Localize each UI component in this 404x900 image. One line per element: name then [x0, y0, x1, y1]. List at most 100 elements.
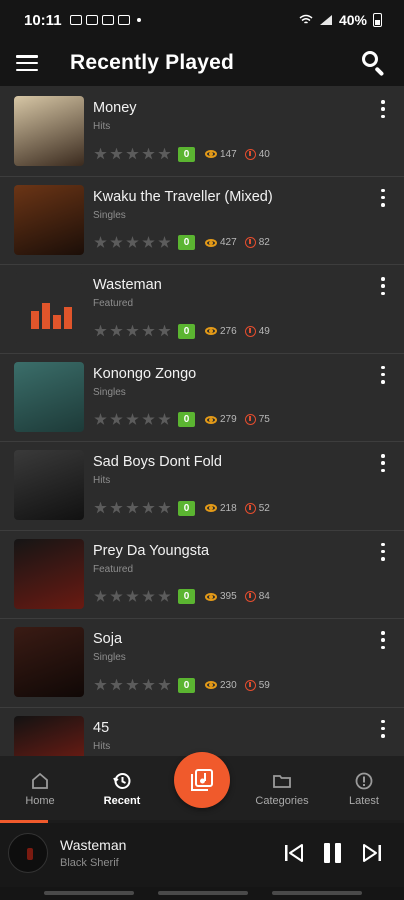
star-icon[interactable]	[94, 501, 107, 514]
star-icon[interactable]	[110, 147, 123, 160]
more-options-icon[interactable]	[378, 719, 388, 738]
views-icon	[205, 504, 217, 512]
downloads-icon	[244, 679, 256, 691]
status-bar: 10:11 40%	[0, 0, 404, 40]
track-row[interactable]: Sad Boys Dont Fold Hits 0 218 52	[0, 442, 404, 531]
views-count: 218	[220, 502, 237, 514]
gesture-recents[interactable]	[44, 891, 134, 895]
player-track-title: Wasteman	[60, 837, 127, 853]
nav-home-label: Home	[25, 795, 55, 807]
search-icon[interactable]	[360, 49, 388, 77]
star-icon[interactable]	[158, 590, 171, 602]
views-icon	[205, 150, 217, 158]
more-options-icon[interactable]	[378, 365, 388, 384]
track-row[interactable]: 45 Hits 0	[0, 708, 404, 756]
nav-latest-label: Latest	[349, 795, 379, 807]
rating-stars[interactable]	[94, 678, 171, 692]
star-icon[interactable]	[142, 236, 155, 248]
more-options-icon[interactable]	[378, 100, 388, 118]
star-icon[interactable]	[158, 678, 171, 691]
star-icon[interactable]	[94, 413, 107, 425]
star-icon[interactable]	[158, 501, 171, 514]
star-icon[interactable]	[110, 590, 123, 602]
system-icons: 40%	[299, 12, 382, 28]
downloads-count: 52	[258, 502, 270, 514]
menu-icon[interactable]	[16, 55, 38, 71]
star-icon[interactable]	[158, 324, 171, 337]
star-icon[interactable]	[158, 236, 171, 248]
rating-stars[interactable]	[94, 590, 171, 603]
track-row[interactable]: Soja Singles 0 230 59	[0, 619, 404, 708]
track-row[interactable]: Wasteman Featured 0 276 49	[0, 265, 404, 354]
skip-previous-icon[interactable]	[282, 841, 306, 865]
track-category: Singles	[93, 209, 126, 221]
track-row[interactable]: Kwaku the Traveller (Mixed) Singles 0 42…	[0, 177, 404, 265]
more-options-icon[interactable]	[378, 542, 388, 561]
star-icon[interactable]	[110, 413, 123, 425]
track-row[interactable]: Prey Da Youngsta Featured 0 395 84	[0, 531, 404, 619]
views-icon	[205, 327, 217, 335]
gesture-back[interactable]	[272, 891, 362, 895]
star-icon[interactable]	[110, 501, 123, 514]
track-row[interactable]: Konongo Zongo Singles 0 279 75	[0, 354, 404, 442]
star-icon[interactable]	[126, 501, 139, 514]
rating-stars[interactable]	[94, 413, 171, 426]
rating-stars[interactable]	[94, 147, 171, 161]
track-list[interactable]: Money Hits 0 147 40 Kwaku the Traveller …	[0, 88, 404, 756]
star-icon[interactable]	[110, 236, 123, 248]
mini-player[interactable]: Wasteman Black Sherif	[0, 823, 404, 887]
track-meta: 0 230 59	[94, 677, 270, 693]
star-icon[interactable]	[142, 501, 155, 514]
star-icon[interactable]	[110, 678, 123, 691]
star-icon[interactable]	[126, 413, 139, 425]
star-icon[interactable]	[94, 147, 107, 160]
nav-categories[interactable]: Categories	[242, 756, 322, 820]
star-icon[interactable]	[110, 324, 123, 337]
skip-next-icon[interactable]	[360, 841, 384, 865]
star-icon[interactable]	[126, 678, 139, 691]
star-icon[interactable]	[142, 590, 155, 602]
more-options-icon[interactable]	[378, 277, 388, 295]
star-icon[interactable]	[158, 147, 171, 160]
rating-stars[interactable]	[94, 501, 171, 515]
folder-icon	[273, 772, 291, 790]
nav-latest[interactable]: Latest	[324, 756, 404, 820]
downloads-icon	[244, 148, 256, 160]
more-options-icon[interactable]	[378, 631, 388, 649]
gesture-home[interactable]	[158, 891, 248, 895]
track-row[interactable]: Money Hits 0 147 40	[0, 88, 404, 177]
star-icon[interactable]	[158, 413, 171, 425]
track-meta: 0 147 40	[94, 146, 270, 162]
pause-icon[interactable]	[321, 841, 345, 865]
star-icon[interactable]	[126, 324, 139, 337]
nav-recent[interactable]: Recent	[82, 756, 162, 820]
star-icon[interactable]	[94, 236, 107, 248]
star-icon[interactable]	[126, 236, 139, 248]
star-icon[interactable]	[142, 413, 155, 425]
downloads-icon	[244, 414, 256, 425]
track-title: 45	[93, 719, 110, 736]
nav-home[interactable]: Home	[0, 756, 80, 820]
star-icon[interactable]	[142, 678, 155, 691]
star-icon[interactable]	[94, 590, 107, 602]
star-icon[interactable]	[126, 147, 139, 160]
player-artist: Black Sherif	[60, 857, 119, 869]
rating-stars[interactable]	[94, 236, 171, 249]
track-title: Prey Da Youngsta	[93, 542, 210, 559]
rating-stars[interactable]	[94, 324, 171, 338]
now-playing-fab[interactable]	[174, 752, 230, 808]
views-count: 230	[220, 679, 237, 691]
star-icon[interactable]	[142, 324, 155, 337]
views-count: 427	[220, 237, 237, 248]
track-title: Kwaku the Traveller (Mixed)	[93, 188, 273, 205]
star-icon[interactable]	[94, 324, 107, 337]
star-icon[interactable]	[126, 590, 139, 602]
star-icon[interactable]	[94, 678, 107, 691]
star-icon[interactable]	[142, 147, 155, 160]
more-options-icon[interactable]	[378, 454, 388, 472]
views-count: 279	[220, 414, 237, 425]
player-artwork	[8, 833, 48, 873]
more-options-icon[interactable]	[378, 188, 388, 207]
track-category: Singles	[93, 386, 126, 398]
track-category: Hits	[93, 740, 111, 752]
